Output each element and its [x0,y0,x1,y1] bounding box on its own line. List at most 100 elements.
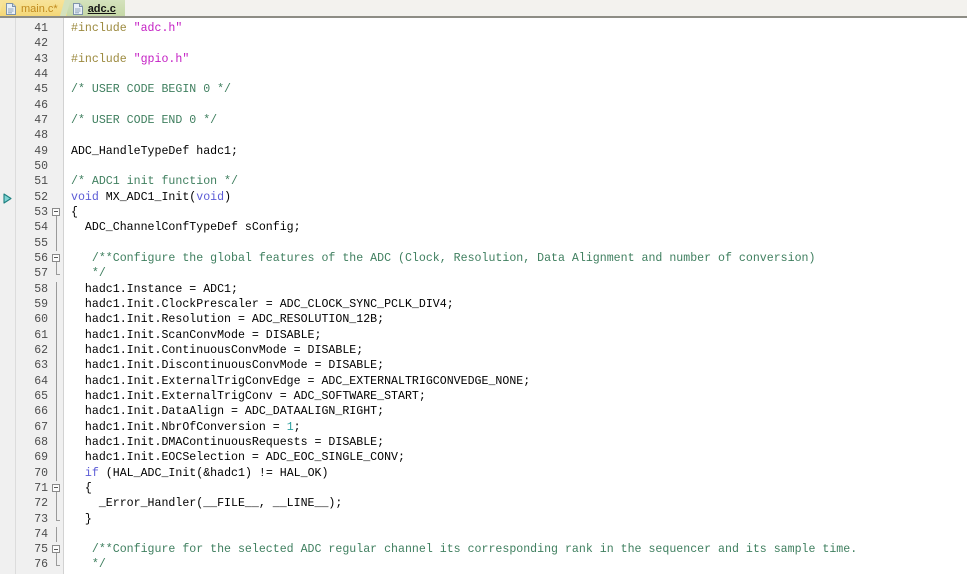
code-line[interactable] [71,159,967,174]
code-token-cmt: /* ADC1 init function */ [71,175,238,189]
code-line[interactable]: } [71,512,967,527]
line-number: 66 [34,405,48,419]
line-number: 68 [34,435,48,449]
code-token-plain: hadc1.Init.NbrOfConversion = [71,420,287,434]
fold-marker-bar [50,388,63,405]
line-number: 75 [34,543,48,557]
line-number: 62 [34,343,48,357]
fold-marker-bar [50,419,63,435]
line-number: 46 [34,98,48,112]
code-token-str: "gpio.h" [133,52,190,66]
line-number: 47 [34,113,48,127]
code-token-plain: hadc1.Init.ExternalTrigConv = ADC_SOFTWA… [71,389,426,403]
code-token-plain: hadc1.Init.ClockPrescaler = ADC_CLOCK_SY… [71,297,454,311]
code-line[interactable]: hadc1.Init.ScanConvMode = DISABLE; [71,328,967,343]
c-file-icon [72,3,83,15]
fold-marker-open[interactable] [50,542,63,558]
code-folding-ruler[interactable] [50,18,64,574]
code-line[interactable]: hadc1.Init.ExternalTrigConv = ADC_SOFTWA… [71,389,967,404]
code-token-plain: hadc1.Init.Resolution = ADC_RESOLUTION_1… [71,313,385,327]
line-number: 60 [34,313,48,327]
fold-marker-open[interactable] [50,205,63,221]
line-number: 61 [34,328,48,342]
code-line[interactable]: */ [71,266,967,281]
code-line[interactable] [71,98,967,113]
editor-marker-ruler[interactable] [0,18,16,574]
line-number: 65 [34,389,48,403]
code-token-plain: hadc1.Init.EOCSelection = ADC_EOC_SINGLE… [71,451,405,465]
code-token-cmt: */ [71,267,106,281]
line-number: 50 [34,159,48,173]
code-token-kw: if [84,466,99,480]
fold-marker-none [50,82,63,97]
code-line[interactable]: #include "gpio.h" [71,52,967,67]
line-number: 70 [34,466,48,480]
code-token-cmt: /* USER CODE END 0 */ [71,113,218,127]
code-line[interactable]: /* ADC1 init function */ [71,174,967,189]
line-number: 49 [34,144,48,158]
code-line[interactable]: hadc1.Init.EOCSelection = ADC_EOC_SINGLE… [71,450,967,465]
fold-marker-none [50,98,63,113]
fold-marker-bar [50,296,63,313]
code-token-plain: { [71,205,78,219]
code-token-plain: ) [224,190,232,204]
code-line[interactable]: hadc1.Init.Resolution = ADC_RESOLUTION_1… [71,312,967,327]
code-line[interactable] [71,527,967,542]
code-token-plain: hadc1.Init.DiscontinuousConvMode = DISAB… [71,359,385,373]
fold-marker-bar [50,526,63,543]
fold-marker-bar [50,235,63,251]
code-line[interactable]: if (HAL_ADC_Init(&hadc1) != HAL_OK) [71,466,967,481]
fold-marker-bar [50,327,63,343]
code-line[interactable]: hadc1.Instance = ADC1; [71,282,967,297]
code-line[interactable]: hadc1.Init.ContinuousConvMode = DISABLE; [71,343,967,358]
code-line[interactable]: { [71,481,967,496]
fold-marker-bar [50,358,63,374]
code-token-plain: hadc1.Init.ScanConvMode = DISABLE; [71,328,322,342]
code-line[interactable]: hadc1.Init.DataAlign = ADC_DATAALIGN_RIG… [71,404,967,419]
code-line[interactable]: hadc1.Init.ClockPrescaler = ADC_CLOCK_SY… [71,297,967,312]
fold-marker-open[interactable] [50,481,63,497]
line-number: 57 [34,267,48,281]
code-token-plain: } [71,512,92,526]
code-line[interactable]: /**Configure for the selected ADC regula… [71,542,967,557]
code-token-plain: hadc1.Init.DMAContinuousRequests = DISAB… [71,435,385,449]
line-number: 48 [34,129,48,143]
code-line[interactable]: ADC_ChannelConfTypeDef sConfig; [71,220,967,235]
code-line[interactable]: hadc1.Init.DiscontinuousConvMode = DISAB… [71,358,967,373]
code-line[interactable]: #include "adc.h" [71,21,967,36]
code-line[interactable]: void MX_ADC1_Init(void) [71,190,967,205]
code-editor[interactable]: 41 42 43 44 45 46 47 48 49 50 51 52 53 54 55 56 57 58 59 60… [0,18,967,574]
code-token-plain: hadc1.Init.ContinuousConvMode = DISABLE; [71,343,364,357]
code-token-plain: ; [293,420,301,434]
code-line[interactable]: ADC_HandleTypeDef hadc1; [71,144,967,159]
code-line[interactable]: hadc1.Init.NbrOfConversion = 1; [71,420,967,435]
code-line[interactable]: /* USER CODE BEGIN 0 */ [71,82,967,97]
fold-marker-open[interactable] [50,251,63,267]
code-line[interactable]: hadc1.Init.ExternalTrigConvEdge = ADC_EX… [71,374,967,389]
line-number-ruler: 41 42 43 44 45 46 47 48 49 50 51 52 53 54 55 56 57 58 59 60… [16,18,50,574]
code-line[interactable] [71,67,967,82]
line-number: 51 [34,175,48,189]
code-line[interactable] [71,236,967,251]
fold-marker-none [50,159,63,174]
code-token-kw: void [196,190,225,204]
code-token-plain: hadc1.Instance = ADC1; [71,282,238,296]
code-line[interactable]: _Error_Handler(__FILE__, __LINE__); [71,496,967,511]
code-line[interactable] [71,36,967,51]
code-text-area[interactable]: #include "adc.h" #include "gpio.h" /* US… [64,18,967,574]
line-number: 67 [34,420,48,434]
code-line[interactable]: */ [71,557,967,572]
code-token-str: "adc.h" [133,22,183,35]
line-number: 64 [34,374,48,388]
code-line[interactable]: /**Configure the global features of the … [71,251,967,266]
code-line[interactable] [71,128,967,143]
line-number: 44 [34,67,48,81]
fold-marker-none [50,190,63,205]
code-token-plain: hadc1.Init.DataAlign = ADC_DATAALIGN_RIG… [71,405,385,419]
code-line[interactable]: { [71,205,967,220]
code-line[interactable]: /* USER CODE END 0 */ [71,113,967,128]
fold-marker-bar [50,450,63,466]
code-line[interactable]: hadc1.Init.DMAContinuousRequests = DISAB… [71,435,967,450]
line-number: 43 [34,52,48,66]
